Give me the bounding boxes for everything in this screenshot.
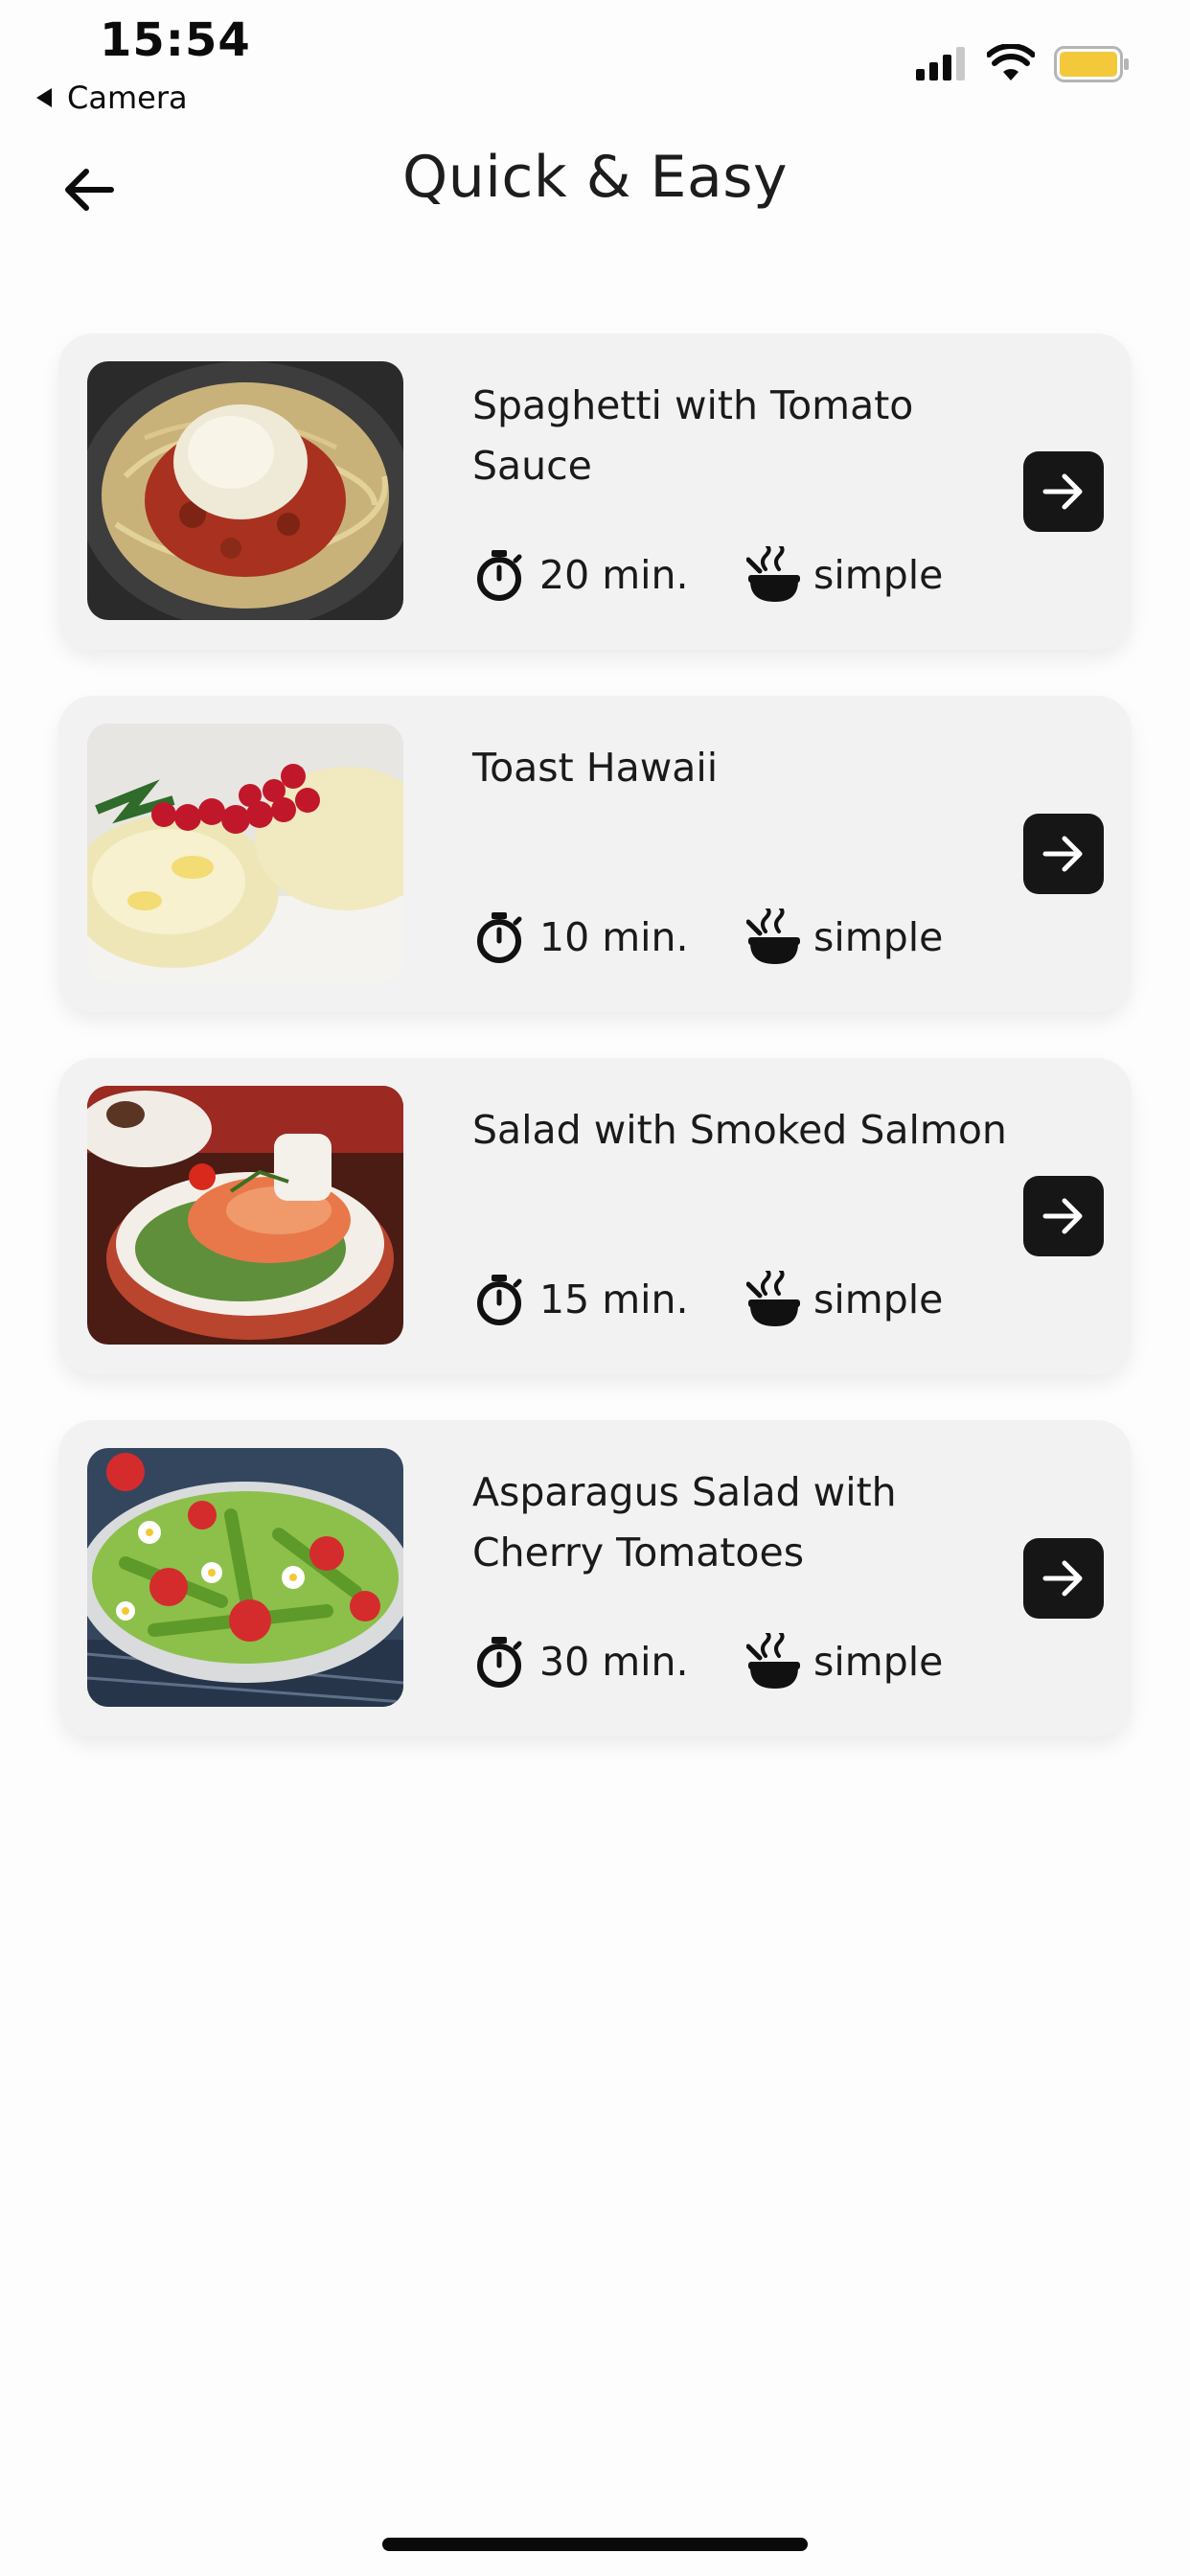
recipe-time: 15 min.	[539, 1276, 689, 1322]
cooking-pot-icon	[746, 546, 800, 602]
recipe-title: Salad with Smoked Salmon	[472, 1107, 1007, 1153]
wifi-icon	[987, 44, 1035, 80]
stopwatch-icon	[477, 912, 522, 963]
stopwatch-icon	[477, 550, 522, 601]
back-triangle-icon	[36, 88, 52, 107]
recipe-card[interactable]: Salad with Smoked Salmon 15 min. simple	[58, 1058, 1132, 1374]
screen: 15:54 Camera Quick & Easy Spaghetti with…	[0, 0, 1190, 2576]
recipe-difficulty: simple	[813, 1276, 944, 1322]
recipe-title: Toast Hawaii	[472, 745, 719, 791]
recipe-difficulty: simple	[813, 1639, 944, 1685]
cooking-pot-icon	[746, 1271, 800, 1326]
recipe-image-toast-hawaii	[87, 724, 403, 982]
cooking-pot-icon	[746, 908, 800, 964]
cooking-pot-icon	[746, 1633, 800, 1689]
recipe-meta: 10 min. simple	[472, 908, 943, 966]
recipe-card[interactable]: Toast Hawaii 10 min. simple	[58, 696, 1132, 1012]
recipe-image-asparagus-salad	[87, 1448, 403, 1707]
recipe-title: Asparagus Salad with Cherry Tomatoes	[472, 1469, 897, 1576]
recipe-meta: 20 min. simple	[472, 546, 943, 604]
arrow-right-icon	[1042, 836, 1083, 872]
recipe-card[interactable]: Spaghetti with Tomato Sauce 20 min. simp…	[58, 334, 1132, 650]
battery-icon	[1054, 46, 1129, 82]
recipe-list: Spaghetti with Tomato Sauce 20 min. simp…	[58, 334, 1132, 1782]
recipe-card[interactable]: Asparagus Salad with Cherry Tomatoes 30 …	[58, 1420, 1132, 1736]
recipe-time: 30 min.	[539, 1639, 689, 1685]
back-app-label: Camera	[67, 80, 188, 116]
cellular-signal-icon	[916, 47, 965, 80]
arrow-right-icon	[1042, 1198, 1083, 1234]
open-recipe-button[interactable]	[1023, 1176, 1104, 1256]
open-recipe-button[interactable]	[1023, 1538, 1104, 1619]
recipe-time: 20 min.	[539, 552, 689, 598]
page-title: Quick & Easy	[401, 144, 789, 211]
recipe-meta: 30 min. simple	[472, 1633, 943, 1690]
arrow-right-icon	[1042, 1560, 1083, 1597]
home-indicator[interactable]	[382, 2538, 808, 2551]
open-recipe-button[interactable]	[1023, 451, 1104, 532]
recipe-image-spaghetti	[87, 361, 403, 620]
recipe-meta: 15 min. simple	[472, 1271, 943, 1328]
arrow-right-icon	[1042, 473, 1083, 510]
stopwatch-icon	[477, 1275, 522, 1325]
open-recipe-button[interactable]	[1023, 814, 1104, 894]
stopwatch-icon	[477, 1637, 522, 1688]
recipe-time: 10 min.	[539, 914, 689, 960]
status-time: 15:54	[100, 13, 251, 67]
recipe-difficulty: simple	[813, 914, 944, 960]
recipe-title: Spaghetti with Tomato Sauce	[472, 382, 914, 489]
recipe-image-salmon-salad	[87, 1086, 403, 1345]
back-to-app-link[interactable]: Camera	[36, 79, 188, 117]
recipe-difficulty: simple	[813, 552, 944, 598]
